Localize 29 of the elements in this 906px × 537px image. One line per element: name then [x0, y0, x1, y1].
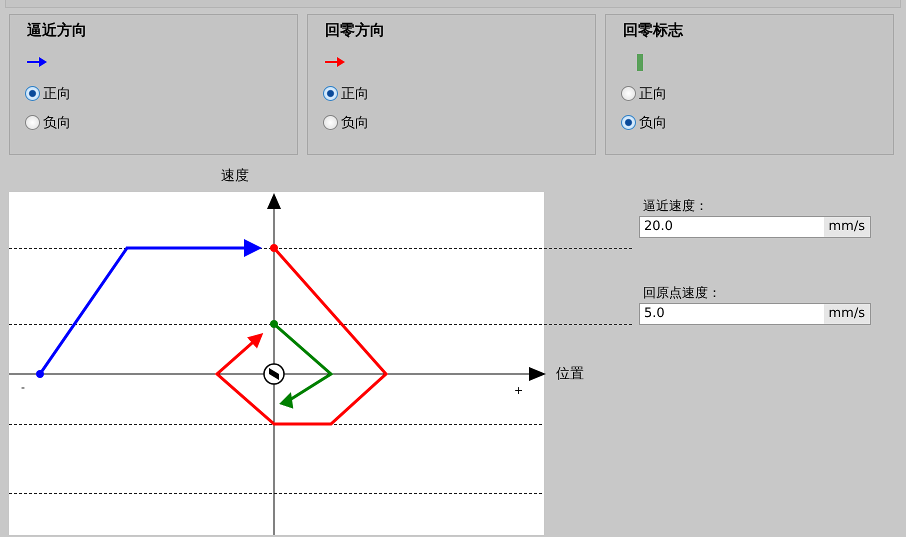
radio-button[interactable]: [25, 86, 40, 101]
speed-field[interactable]: 5.0 mm/s: [639, 303, 871, 325]
axis-label: 位置: [556, 366, 584, 382]
unit-label: mm/s: [824, 304, 870, 324]
radio-label[interactable]: 负向: [639, 114, 667, 132]
radio-label[interactable]: 正向: [639, 84, 667, 102]
radio-button[interactable]: [323, 115, 338, 130]
radio-label[interactable]: 负向: [43, 114, 71, 132]
radio-button[interactable]: [621, 115, 636, 130]
field-label: 逼近速度：: [643, 198, 709, 216]
radio-button[interactable]: [323, 86, 338, 101]
speed-dot: [270, 244, 278, 252]
group-title: 回零方向: [325, 21, 386, 41]
radio-label[interactable]: 正向: [43, 84, 71, 102]
axis-label: 速度: [221, 168, 249, 184]
radio-button[interactable]: [25, 115, 40, 130]
start-dot: [36, 370, 44, 378]
axis-label: +: [514, 384, 524, 397]
speed-dot: [270, 320, 278, 328]
field-label: 回原点速度：: [643, 285, 722, 303]
unit-label: mm/s: [824, 217, 870, 237]
radio-label[interactable]: 负向: [341, 114, 369, 132]
speed-field[interactable]: 20.0 mm/s: [639, 216, 871, 238]
reference-point-icon: [263, 363, 285, 385]
radio-button[interactable]: [621, 86, 636, 101]
axis-label: -: [21, 381, 25, 394]
group-title: 回零标志: [623, 21, 684, 41]
radio-label[interactable]: 正向: [341, 84, 369, 102]
group-title: 逼近方向: [27, 21, 88, 41]
